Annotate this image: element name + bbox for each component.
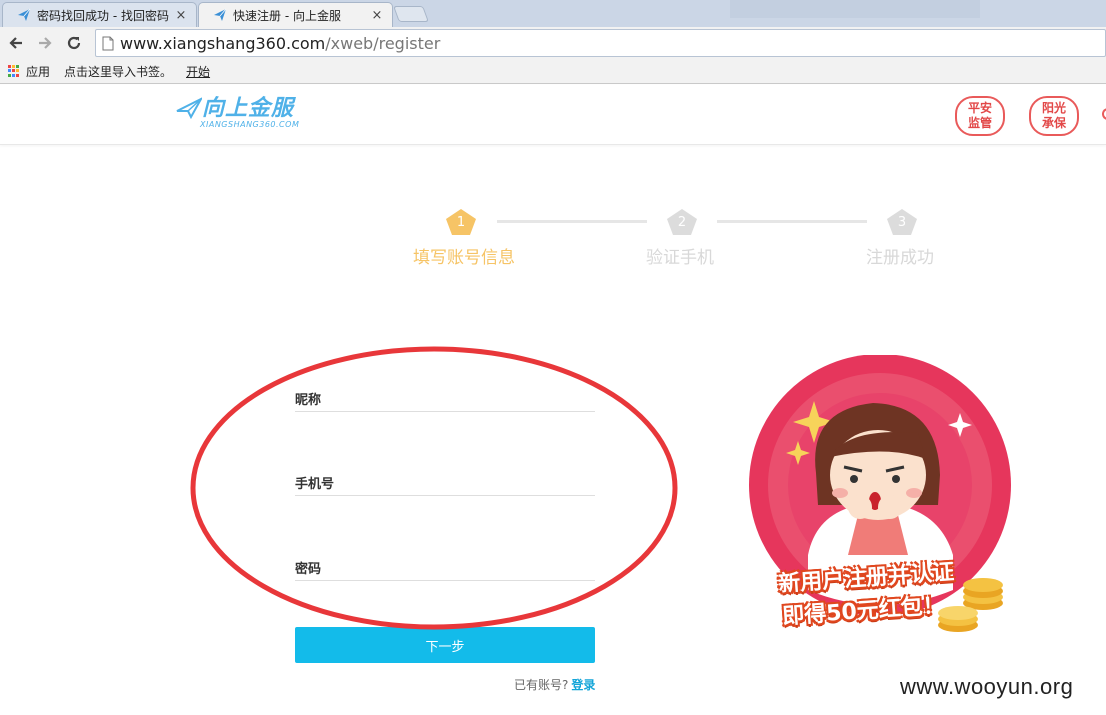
reload-icon bbox=[67, 36, 81, 50]
paper-plane-icon bbox=[176, 97, 202, 119]
tab-title: 快速注册 - 向上金服 bbox=[233, 8, 341, 23]
start-link[interactable]: 开始 bbox=[186, 63, 210, 80]
phone-input[interactable] bbox=[335, 473, 595, 493]
step-3-marker: 3 bbox=[886, 208, 918, 236]
next-step-button[interactable]: 下一步 bbox=[295, 627, 595, 663]
arrow-left-icon bbox=[9, 37, 22, 49]
url-text: www.xiangshang360.com/xweb/register bbox=[120, 34, 440, 53]
has-account-text: 已有账号? bbox=[514, 678, 569, 692]
step-3-number: 3 bbox=[897, 214, 907, 230]
import-bookmarks-link[interactable]: 点击这里导入书签。 bbox=[64, 63, 172, 80]
badge-yang-guang[interactable]: 阳光 承保 bbox=[1029, 96, 1079, 136]
tab-register[interactable]: 快速注册 - 向上金服 × bbox=[198, 2, 393, 27]
close-icon[interactable]: × bbox=[174, 8, 188, 23]
forward-button[interactable] bbox=[33, 31, 57, 55]
badge-line1: 阳光 bbox=[1041, 101, 1066, 115]
step-1-number: 1 bbox=[456, 214, 466, 230]
site-header: 向上金服 XIANGSHANG360.COM 平安 监管 阳光 承保 bbox=[0, 85, 1106, 145]
password-input[interactable] bbox=[335, 558, 595, 578]
logo-subtitle: XIANGSHANG360.COM bbox=[200, 120, 300, 129]
browser-tab-strip: 密码找回成功 - 找回密码 × 快速注册 - 向上金服 × bbox=[0, 0, 1106, 27]
back-button[interactable] bbox=[4, 31, 28, 55]
login-link[interactable]: 登录 bbox=[571, 678, 595, 692]
step-1-label: 填写账号信息 bbox=[413, 248, 515, 268]
window-title-area bbox=[730, 0, 980, 18]
paper-plane-icon bbox=[214, 8, 227, 21]
badge-line2: 承保 bbox=[1041, 116, 1066, 130]
watermark: www.wooyun.org bbox=[900, 674, 1074, 699]
reload-button[interactable] bbox=[62, 31, 86, 55]
nickname-field: 昵称 bbox=[295, 382, 595, 412]
apps-label: 应用 bbox=[26, 64, 51, 79]
import-bookmarks-label: 点击这里导入书签。 bbox=[64, 64, 173, 79]
step-2-label: 验证手机 bbox=[646, 248, 714, 268]
url-path: /xweb/register bbox=[325, 33, 441, 53]
apps-grid-icon bbox=[8, 64, 21, 78]
window-controls[interactable] bbox=[1020, 0, 1106, 18]
nickname-input[interactable] bbox=[335, 389, 595, 409]
close-icon[interactable]: × bbox=[370, 8, 384, 23]
phone-field: 手机号 bbox=[295, 466, 595, 496]
step-connector bbox=[497, 220, 647, 223]
step-1-marker: 1 bbox=[445, 208, 477, 236]
password-label: 密码 bbox=[295, 562, 322, 577]
nickname-label: 昵称 bbox=[295, 393, 322, 408]
page-icon bbox=[102, 36, 114, 50]
site-logo[interactable]: 向上金服 XIANGSHANG360.COM bbox=[176, 96, 299, 129]
arrow-right-icon bbox=[39, 37, 52, 49]
phone-label: 手机号 bbox=[295, 477, 335, 492]
bookmarks-bar: 应用 点击这里导入书签。 开始 bbox=[0, 59, 1106, 84]
badge-ping-an[interactable]: 平安 监管 bbox=[955, 96, 1005, 136]
badge-line1: 平安 bbox=[967, 101, 992, 115]
start-label: 开始 bbox=[186, 64, 211, 79]
logo-text: 向上金服 bbox=[202, 96, 295, 121]
new-tab-button[interactable] bbox=[393, 6, 429, 22]
tab-title: 密码找回成功 - 找回密码 bbox=[37, 8, 169, 23]
promo-banner[interactable]: 新用户注册并认证 即得50元红包！ bbox=[748, 354, 1013, 640]
apps-shortcut[interactable]: 应用 bbox=[8, 63, 50, 80]
url-host: www.xiangshang360.com bbox=[120, 33, 326, 53]
step-3-label: 注册成功 bbox=[866, 248, 934, 268]
step-connector bbox=[717, 220, 867, 223]
step-2-number: 2 bbox=[677, 214, 687, 230]
tab-password-recovery[interactable]: 密码找回成功 - 找回密码 × bbox=[2, 2, 197, 27]
badge-line2: 监管 bbox=[967, 116, 992, 130]
address-bar[interactable]: www.xiangshang360.com/xweb/register bbox=[95, 29, 1106, 57]
login-prompt: 已有账号? 登录 bbox=[514, 676, 595, 693]
paper-plane-icon bbox=[18, 8, 31, 21]
step-2-marker: 2 bbox=[666, 208, 698, 236]
password-field: 密码 bbox=[295, 551, 595, 581]
